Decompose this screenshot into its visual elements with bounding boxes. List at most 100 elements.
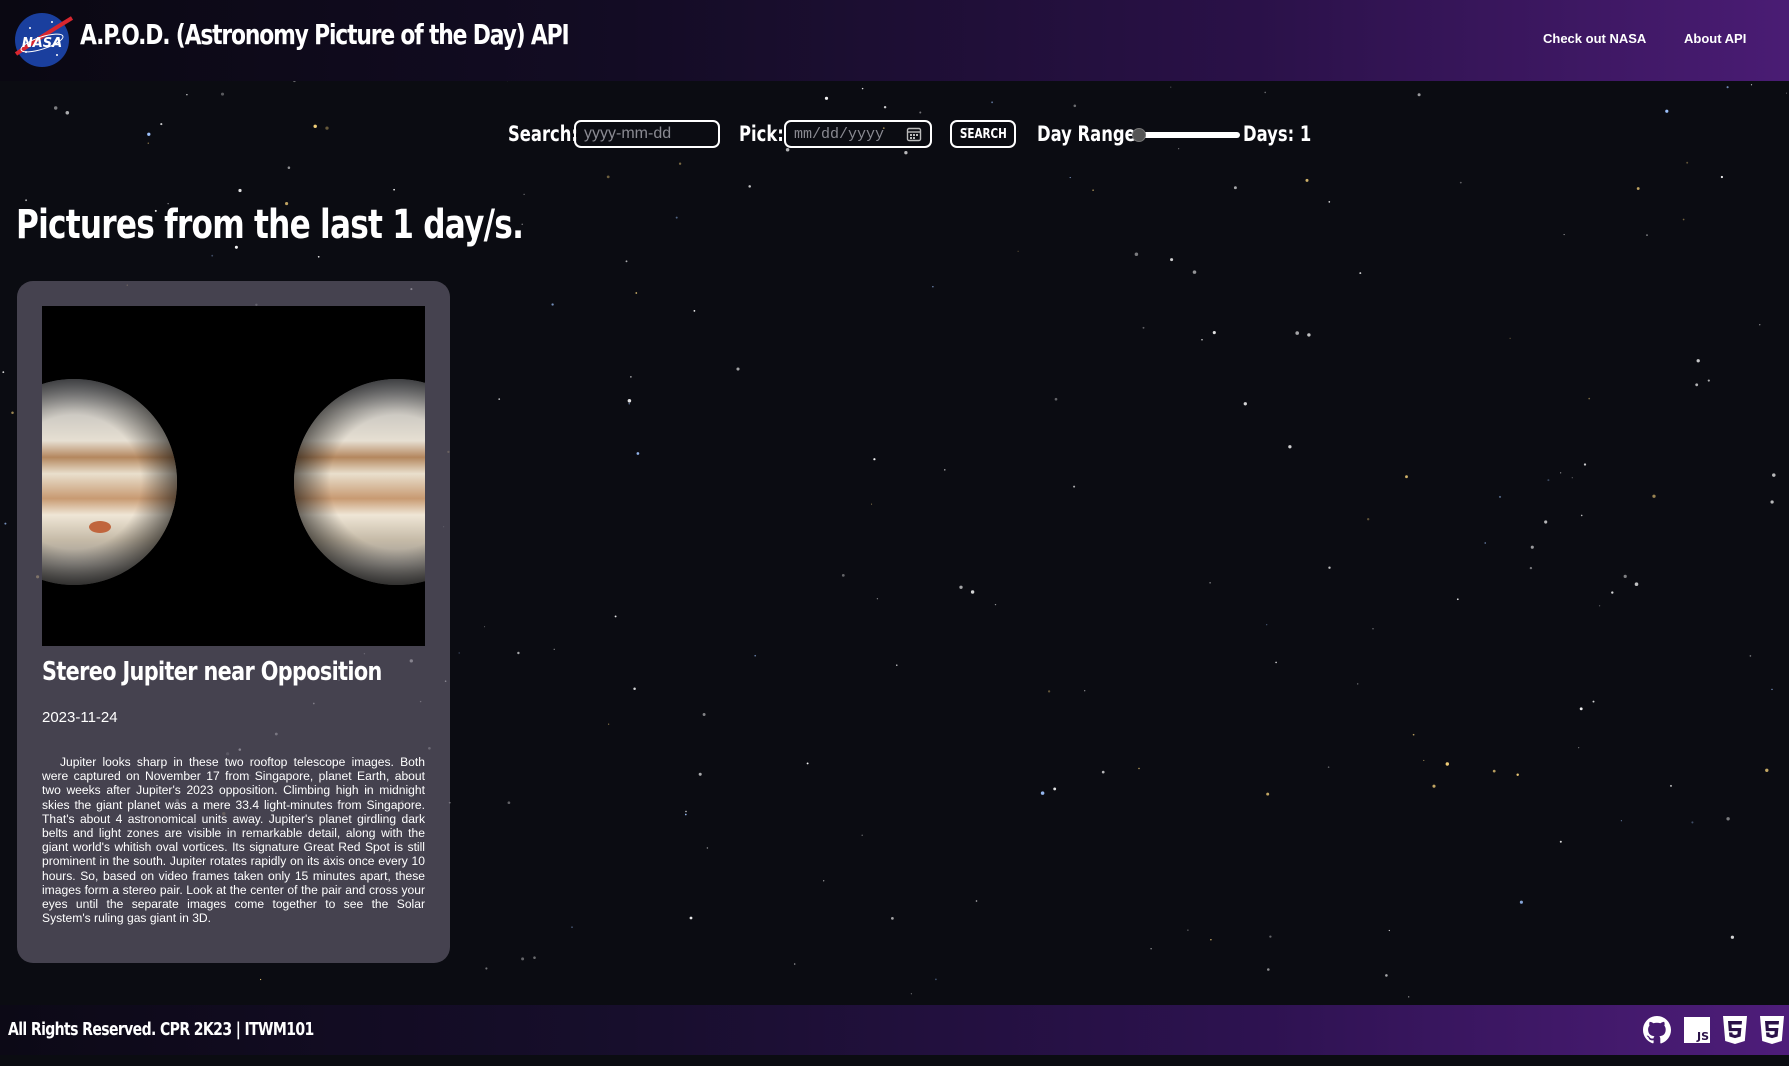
star: [1578, 747, 1580, 749]
star: [1726, 817, 1730, 821]
star: [754, 654, 757, 657]
star: [1598, 605, 1601, 607]
javascript-icon[interactable]: JS: [1681, 1014, 1713, 1046]
star: [4, 522, 7, 525]
nasa-logo-icon: NASA: [14, 13, 74, 67]
star: [220, 92, 225, 96]
star: [1101, 770, 1105, 774]
star: [1305, 178, 1309, 182]
star: [1636, 187, 1640, 190]
star: [1243, 402, 1247, 406]
star: [211, 254, 214, 257]
star: [841, 574, 845, 577]
star: [1073, 104, 1077, 108]
star: [876, 598, 879, 600]
star: [1138, 767, 1140, 770]
slider-thumb[interactable]: [1132, 128, 1146, 142]
star: [1359, 272, 1362, 275]
star: [1357, 683, 1359, 685]
star: [678, 162, 682, 165]
star: [944, 469, 946, 471]
star: [1588, 397, 1591, 400]
date-picker-placeholder: mm/dd/yyyy: [794, 125, 885, 143]
day-range-label: Day Range:: [1037, 122, 1143, 146]
star: [1187, 929, 1189, 931]
star: [861, 834, 863, 836]
star: [1388, 929, 1390, 932]
star: [1571, 477, 1573, 479]
star: [1170, 258, 1174, 262]
github-icon[interactable]: [1641, 1014, 1673, 1046]
apod-date: 2023-11-24: [42, 709, 118, 726]
star: [25, 199, 28, 202]
apod-description: Jupiter looks sharp in these two rooftop…: [42, 755, 425, 926]
search-button[interactable]: SEARCH: [950, 120, 1016, 148]
star: [521, 957, 525, 961]
star: [523, 193, 525, 196]
star: [1580, 514, 1583, 517]
date-search-input[interactable]: [574, 120, 720, 148]
star: [698, 772, 702, 776]
star: [970, 590, 975, 594]
page-heading: Pictures from the last 1 day/s.: [16, 202, 524, 248]
star: [1669, 784, 1673, 787]
star: [689, 916, 693, 920]
nav-about-api[interactable]: About API: [1684, 31, 1746, 46]
star: [824, 96, 829, 100]
star: [1432, 784, 1436, 788]
star: [1073, 485, 1076, 488]
star: [517, 651, 520, 655]
apod-title: Stereo Jupiter near Opposition: [42, 657, 382, 687]
star: [458, 652, 460, 654]
star: [1266, 624, 1268, 626]
star: [910, 993, 912, 995]
star: [551, 303, 554, 306]
star: [485, 967, 488, 970]
html5-icon[interactable]: [1719, 1014, 1751, 1046]
star: [1288, 445, 1292, 449]
star: [553, 648, 555, 650]
star: [1547, 479, 1550, 482]
star: [1170, 86, 1172, 88]
bottom-strip: [0, 1055, 1789, 1066]
star: [1691, 821, 1694, 824]
star: [1054, 397, 1058, 401]
star: [1583, 463, 1587, 466]
apod-image[interactable]: [42, 306, 425, 646]
calendar-icon[interactable]: [906, 126, 922, 142]
star: [1560, 472, 1562, 474]
star: [625, 260, 628, 263]
star: [1498, 495, 1502, 498]
star: [991, 101, 994, 104]
star: [1544, 520, 1548, 524]
star: [1634, 582, 1639, 586]
star: [614, 615, 617, 618]
star: [1150, 948, 1152, 950]
date-picker-input[interactable]: mm/dd/yyyy: [784, 120, 932, 148]
star: [1771, 688, 1773, 691]
star: [883, 105, 887, 109]
star: [1412, 733, 1415, 736]
star: [1592, 700, 1595, 703]
star: [685, 810, 687, 813]
nav-check-out-nasa[interactable]: Check out NASA: [1543, 31, 1646, 46]
star: [633, 687, 636, 691]
star: [1772, 473, 1776, 477]
star: [1563, 234, 1565, 236]
star: [793, 963, 796, 965]
star: [1646, 234, 1648, 236]
star: [1707, 379, 1710, 382]
star: [1529, 566, 1533, 570]
day-range-slider[interactable]: [1132, 128, 1242, 142]
star: [608, 723, 610, 725]
star: [736, 367, 740, 371]
star: [1328, 201, 1331, 203]
star: [1264, 91, 1267, 94]
star: [1233, 186, 1237, 190]
star: [684, 813, 687, 816]
star: [748, 185, 751, 188]
star: [932, 286, 934, 288]
css3-icon[interactable]: [1756, 1014, 1788, 1046]
footer: All Rights Reserved. CPR 2K23 | ITWM101 …: [0, 1005, 1789, 1055]
star: [1749, 655, 1752, 657]
